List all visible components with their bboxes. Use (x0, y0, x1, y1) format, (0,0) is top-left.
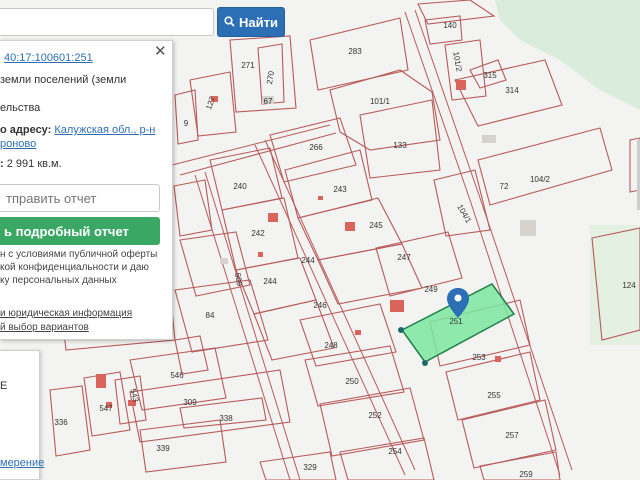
parcel-label: 249 (424, 285, 438, 294)
parcel-label: 338 (219, 414, 233, 423)
send-report-input[interactable] (0, 184, 160, 212)
parcel-vertex[interactable] (398, 327, 404, 333)
parcel-label: 283 (348, 47, 362, 56)
address-value-link[interactable]: Калужская обл., р-н (54, 124, 155, 136)
search-icon (224, 15, 235, 30)
search-button-label: Найти (239, 14, 278, 30)
area-value: 2 991 кв.м. (6, 158, 62, 170)
consent-text: н с условиями публичной оферты (0, 248, 157, 261)
cadastral-number-link[interactable]: 40:17:100601:251 (4, 51, 93, 65)
parcel-label: 329 (303, 463, 317, 472)
map-tools-panel: E мерение (0, 350, 44, 480)
panel-mark: E (0, 380, 8, 392)
parcel-label: 244 (263, 277, 277, 286)
parcel-label: 104/2 (530, 175, 551, 184)
parcel-label: 245 (369, 221, 383, 230)
legal-info-link[interactable]: и юридическая информация (0, 307, 132, 320)
parcel-label: 243 (333, 185, 347, 194)
parcel-label: 240 (233, 182, 247, 191)
consent-line: ку персональных данных (0, 275, 117, 286)
consent-line: кой конфиденциальности и даю (0, 262, 149, 273)
parcel-label: 67 (264, 97, 273, 106)
address-label: о адресу: (0, 124, 52, 136)
search-button[interactable]: Найти (217, 7, 285, 37)
parcel-label: 336 (54, 418, 68, 427)
consent-text: ку персональных данных (0, 274, 117, 287)
parcel-label: 254 (388, 447, 402, 456)
close-icon[interactable]: ✕ (154, 44, 167, 59)
parcel-label: 246 (313, 301, 327, 310)
selected-parcel-label: 251 (449, 317, 463, 326)
parcel-label: 248 (324, 341, 338, 350)
search-bar (0, 8, 214, 36)
search-input[interactable] (0, 8, 214, 36)
address-value-link-cont[interactable]: роново (0, 137, 36, 151)
parcel-label: 309 (183, 398, 197, 407)
parcel-label: 9 (184, 119, 189, 128)
parcel-label: 242 (251, 229, 265, 238)
parcel-label: 546 (170, 371, 184, 380)
get-detailed-report-button[interactable]: ь подробный отчет (0, 217, 160, 245)
land-usage-text: ельства (0, 102, 41, 114)
parcel-label: 124 (622, 281, 636, 290)
consent-line: н с условиями публичной оферты (0, 249, 158, 260)
area-label: : (0, 158, 4, 170)
parcel-label: 247 (397, 253, 411, 262)
land-category-text: земли поселений (земли (0, 74, 127, 86)
parcel-label: 271 (241, 61, 255, 70)
consent-text: кой конфиденциальности и даю (0, 261, 149, 274)
parcel-info-panel: ✕ 40:17:100601:251 земли поселений (земл… (0, 40, 173, 340)
parcel-label: 72 (500, 182, 509, 191)
parcel-label: 547 (99, 404, 113, 413)
parcel-label: 253 (472, 353, 486, 362)
parcel-label: 315 (483, 71, 497, 80)
parcel-label: 339 (156, 444, 170, 453)
parcel-label: 259 (519, 470, 533, 479)
measure-link[interactable]: мерение (0, 457, 44, 469)
parcel-label: 133 (393, 141, 407, 150)
parcel-label: 244 (301, 256, 315, 265)
parcel-vertex[interactable] (422, 360, 428, 366)
parcel-label: 250 (345, 377, 359, 386)
parcel-label: 266 (309, 143, 323, 152)
parcel-label: 255 (487, 391, 501, 400)
parcel-label: 84 (206, 311, 215, 320)
parcel-label: 140 (443, 21, 457, 30)
parcel-label: 257 (505, 431, 519, 440)
parcel-label: 252 (368, 411, 382, 420)
variants-selection-link[interactable]: й выбор вариантов (0, 321, 89, 334)
parcel-label: 314 (505, 86, 519, 95)
parcel-label: 101/1 (370, 97, 391, 106)
